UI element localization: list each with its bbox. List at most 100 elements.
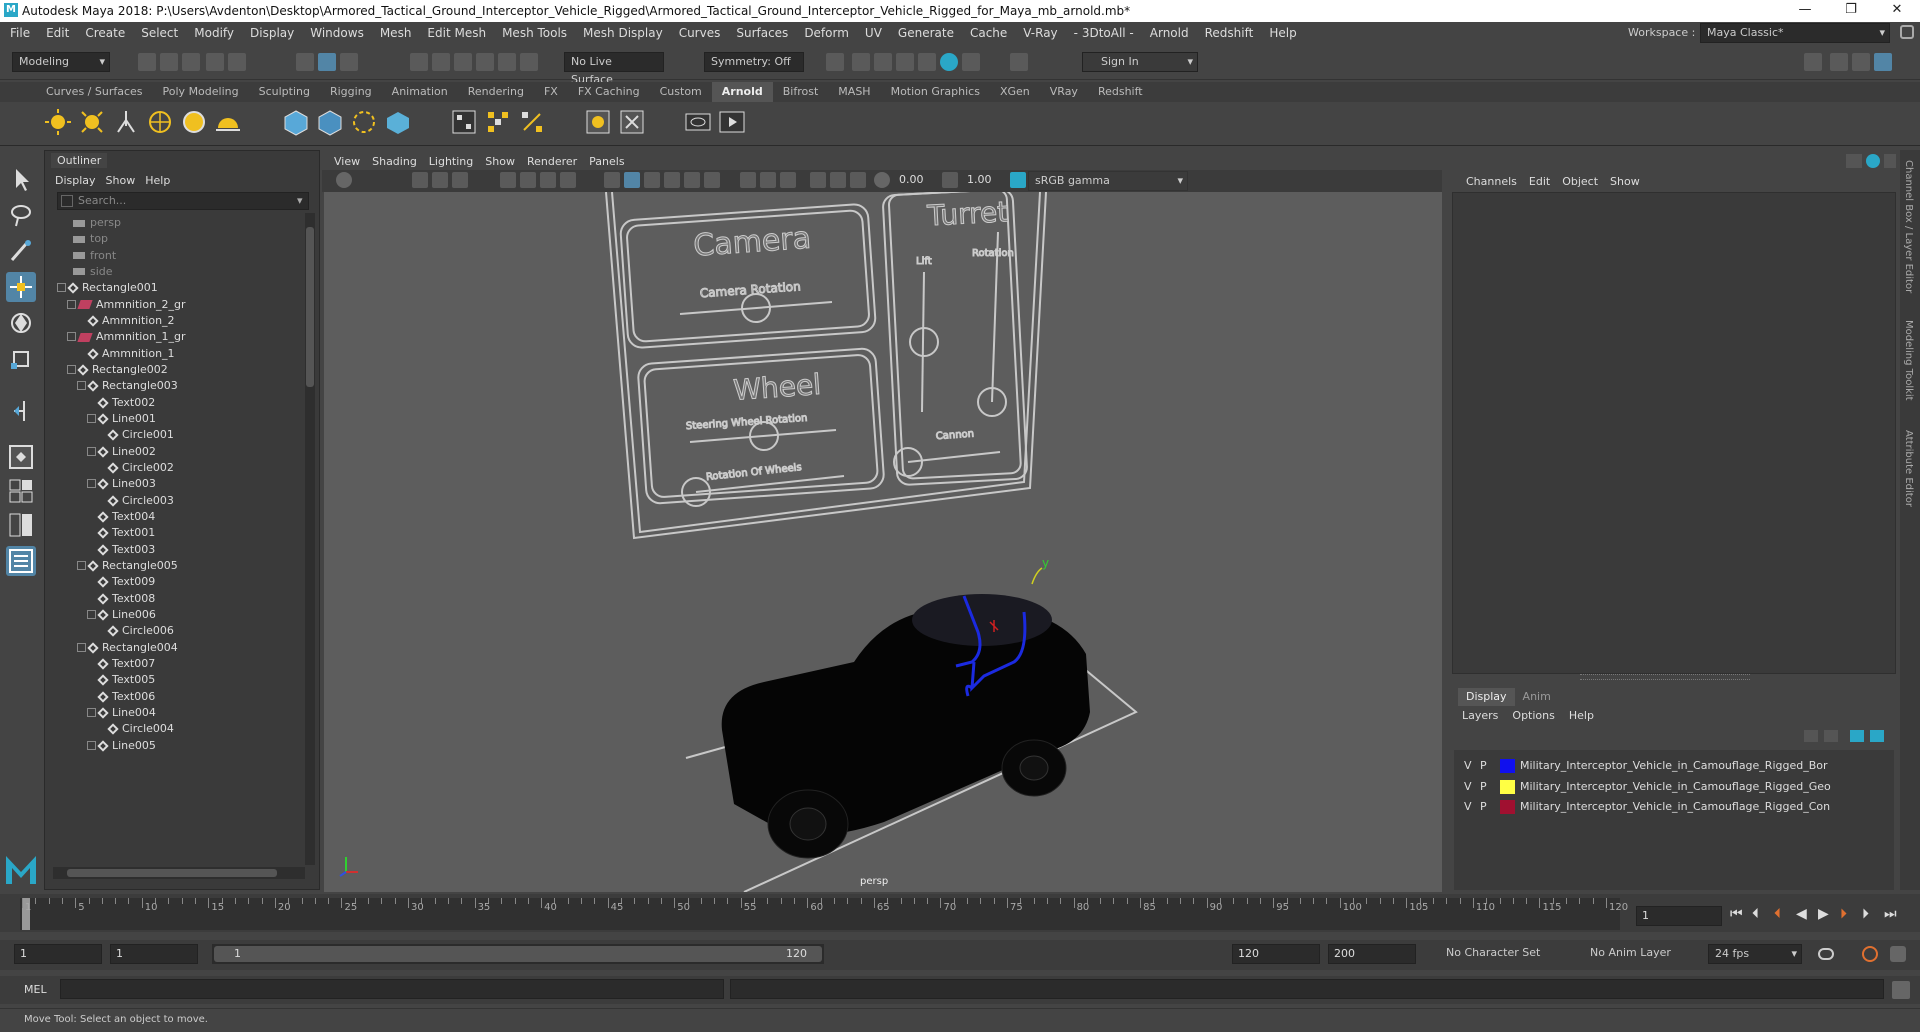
channel-menu-object[interactable]: Object [1562, 175, 1598, 188]
go-to-end-icon[interactable]: ⏭ [1884, 906, 1897, 922]
select-component-icon[interactable] [340, 53, 358, 71]
physical-sky-icon[interactable] [180, 108, 208, 136]
expand-toggle-icon[interactable] [87, 446, 96, 456]
playback-start-field[interactable]: 1 [110, 944, 198, 964]
shelf-tab-mash[interactable]: MASH [828, 82, 880, 102]
outliner-menu-display[interactable]: Display [55, 174, 96, 187]
select-object-icon[interactable] [318, 53, 336, 71]
expand-toggle-icon[interactable] [57, 283, 66, 293]
expand-toggle-icon[interactable] [77, 381, 86, 391]
fps-dropdown[interactable]: 24 fps ▾ [1708, 944, 1802, 964]
viewport-menu-renderer[interactable]: Renderer [527, 155, 577, 168]
layer-visibility-toggle[interactable]: V [1464, 777, 1472, 797]
time-ruler[interactable]: 1 5 10 15 20 25 30 35 40 45 50 55 60 65 70 75 80 85 90 95 10… [20, 898, 1628, 930]
shadows-icon[interactable] [704, 172, 720, 188]
menu-cache[interactable]: Cache [962, 22, 1015, 44]
attribute-editor-icon[interactable] [1830, 53, 1848, 71]
viewport-menu-show[interactable]: Show [485, 155, 515, 168]
playback-end-field[interactable]: 120 [1232, 944, 1320, 964]
lasso-tool-icon[interactable] [6, 200, 36, 230]
expand-toggle-icon[interactable] [87, 707, 96, 717]
layer-row[interactable]: V P Military_Interceptor_Vehicle_in_Camouf… [1460, 797, 1892, 817]
script-editor-icon[interactable] [1892, 981, 1910, 999]
menu-file[interactable]: File [2, 22, 38, 44]
render-view-icon[interactable] [450, 108, 478, 136]
camera-attributes-icon[interactable] [412, 172, 428, 188]
view-icon[interactable] [684, 108, 712, 136]
layer-tab-display[interactable]: Display [1458, 688, 1515, 706]
color-space-dropdown[interactable]: sRGB gamma ▾ [1028, 171, 1188, 191]
export-standin-icon[interactable] [316, 108, 344, 136]
layer-playback-toggle[interactable]: P [1480, 797, 1487, 817]
snap-view-icon[interactable] [476, 53, 494, 71]
smooth-shade-icon[interactable] [624, 172, 640, 188]
new-layer-selected-icon[interactable] [1870, 730, 1884, 742]
snap-vertex-icon[interactable] [520, 53, 538, 71]
grid-icon[interactable] [500, 172, 516, 188]
camera-select-icon[interactable] [336, 172, 352, 188]
play-forward-icon[interactable]: ▶ [1818, 906, 1829, 922]
wireframe-on-shaded-icon[interactable] [644, 172, 660, 188]
save-scene-icon[interactable] [182, 53, 200, 71]
curve-collector-icon[interactable] [384, 108, 412, 136]
modeling-toolkit-icon[interactable] [1804, 53, 1822, 71]
expand-toggle-icon[interactable] [67, 332, 76, 342]
shelf-tab-fx[interactable]: FX [534, 82, 568, 102]
new-layer-icon[interactable] [1850, 730, 1864, 742]
layer-tab-anim[interactable]: Anim [1515, 688, 1559, 706]
last-tool-icon[interactable] [6, 396, 36, 426]
gamma-icon[interactable] [942, 172, 958, 188]
render-settings-icon[interactable] [918, 53, 936, 71]
license-manager-icon[interactable] [518, 108, 546, 136]
channel-box-icon[interactable] [1874, 53, 1892, 71]
animation-preferences-icon[interactable] [1890, 946, 1906, 962]
skydome-light-icon[interactable] [146, 108, 174, 136]
character-set-dropdown[interactable]: No Character Set [1440, 944, 1564, 964]
shelf-tab-motion-graphics[interactable]: Motion Graphics [881, 82, 990, 102]
menu-mesh[interactable]: Mesh [372, 22, 420, 44]
shelf-tab-fx-caching[interactable]: FX Caching [568, 82, 650, 102]
aov-icon[interactable] [618, 108, 646, 136]
expand-toggle-icon[interactable] [77, 642, 86, 652]
flush-caches-icon[interactable] [484, 108, 512, 136]
layer-color-swatch[interactable] [1500, 779, 1515, 794]
minimize-button[interactable]: — [1782, 0, 1828, 22]
play-render-icon[interactable] [718, 108, 746, 136]
snap-surface-icon[interactable] [498, 53, 516, 71]
panel-splitter-handle[interactable] [1580, 674, 1750, 680]
shelf-tab-custom[interactable]: Custom [650, 82, 712, 102]
search-dropdown-icon[interactable]: ▾ [297, 194, 303, 207]
mesh-light-icon[interactable] [78, 108, 106, 136]
render-sequence-icon[interactable] [874, 53, 892, 71]
command-language-label[interactable]: MEL [24, 983, 47, 996]
layer-menu-options[interactable]: Options [1512, 709, 1554, 722]
exposure-icon[interactable] [874, 172, 890, 188]
shelf-tab-sculpting[interactable]: Sculpting [249, 82, 320, 102]
loop-icon[interactable] [1818, 948, 1834, 960]
anim-layer-dropdown[interactable]: No Anim Layer [1584, 944, 1694, 964]
outliner-item-line005[interactable]: Line005 [87, 736, 156, 756]
viewport-menu-lighting[interactable]: Lighting [429, 155, 473, 168]
layer-row[interactable]: V P Military_Interceptor_Vehicle_in_Camouf… [1460, 777, 1892, 797]
settings-gear-icon[interactable] [1884, 154, 1896, 168]
rotate-tool-icon[interactable] [6, 308, 36, 338]
snap-curve-icon[interactable] [432, 53, 450, 71]
layer-row[interactable]: V P Military_Interceptor_Vehicle_in_Camouf… [1460, 756, 1892, 776]
mode-dropdown[interactable]: Modeling ▾ [12, 52, 110, 72]
move-layer-down-icon[interactable] [1824, 730, 1838, 742]
film-gate-icon[interactable] [520, 172, 536, 188]
material-icon[interactable] [584, 108, 612, 136]
current-frame-field[interactable]: 1 [1636, 906, 1722, 926]
scale-tool-icon[interactable] [6, 344, 36, 374]
snap-grid-icon[interactable] [410, 53, 428, 71]
viewport-menu-shading[interactable]: Shading [372, 155, 417, 168]
menu-modify[interactable]: Modify [186, 22, 242, 44]
side-tab-channel-box[interactable]: Channel Box / Layer Editor [1903, 160, 1914, 293]
expand-toggle-icon[interactable] [67, 299, 76, 309]
outliner-layout-icon[interactable] [6, 546, 36, 576]
menu-help[interactable]: Help [1261, 22, 1304, 44]
shelf-tab-vray[interactable]: VRay [1040, 82, 1088, 102]
exposure-field[interactable]: 0.00 [894, 171, 936, 190]
gate-mask-icon[interactable] [560, 172, 576, 188]
hypershade-icon[interactable] [940, 53, 958, 71]
